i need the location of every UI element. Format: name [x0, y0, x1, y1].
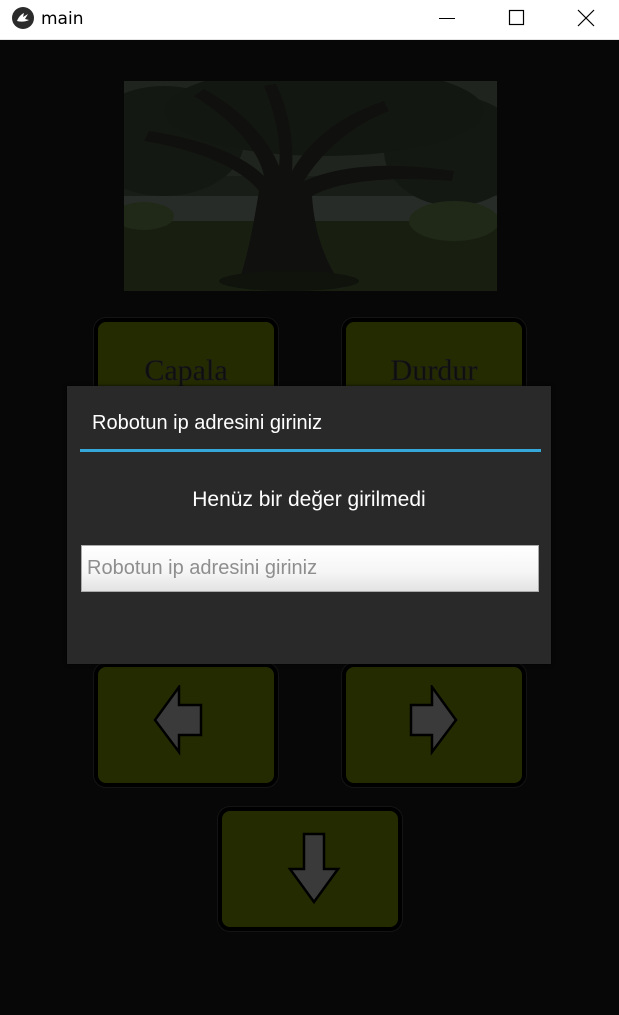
maximize-icon	[508, 9, 525, 26]
minimize-icon	[439, 18, 455, 19]
close-icon	[577, 9, 595, 27]
ip-address-input[interactable]	[81, 545, 539, 592]
maximize-button[interactable]	[481, 0, 551, 39]
ip-address-dialog: Robotun ip adresini giriniz Henüz bir de…	[67, 386, 551, 664]
close-button[interactable]	[551, 0, 619, 39]
kivy-logo-icon	[12, 7, 34, 29]
dialog-message: Henüz bir değer girilmedi	[192, 488, 426, 511]
minimize-button[interactable]	[412, 0, 482, 39]
window-titlebar: main	[0, 0, 619, 40]
window-title: main	[41, 9, 84, 29]
dialog-title: Robotun ip adresini giriniz	[92, 412, 323, 434]
dialog-title-divider	[80, 449, 541, 452]
